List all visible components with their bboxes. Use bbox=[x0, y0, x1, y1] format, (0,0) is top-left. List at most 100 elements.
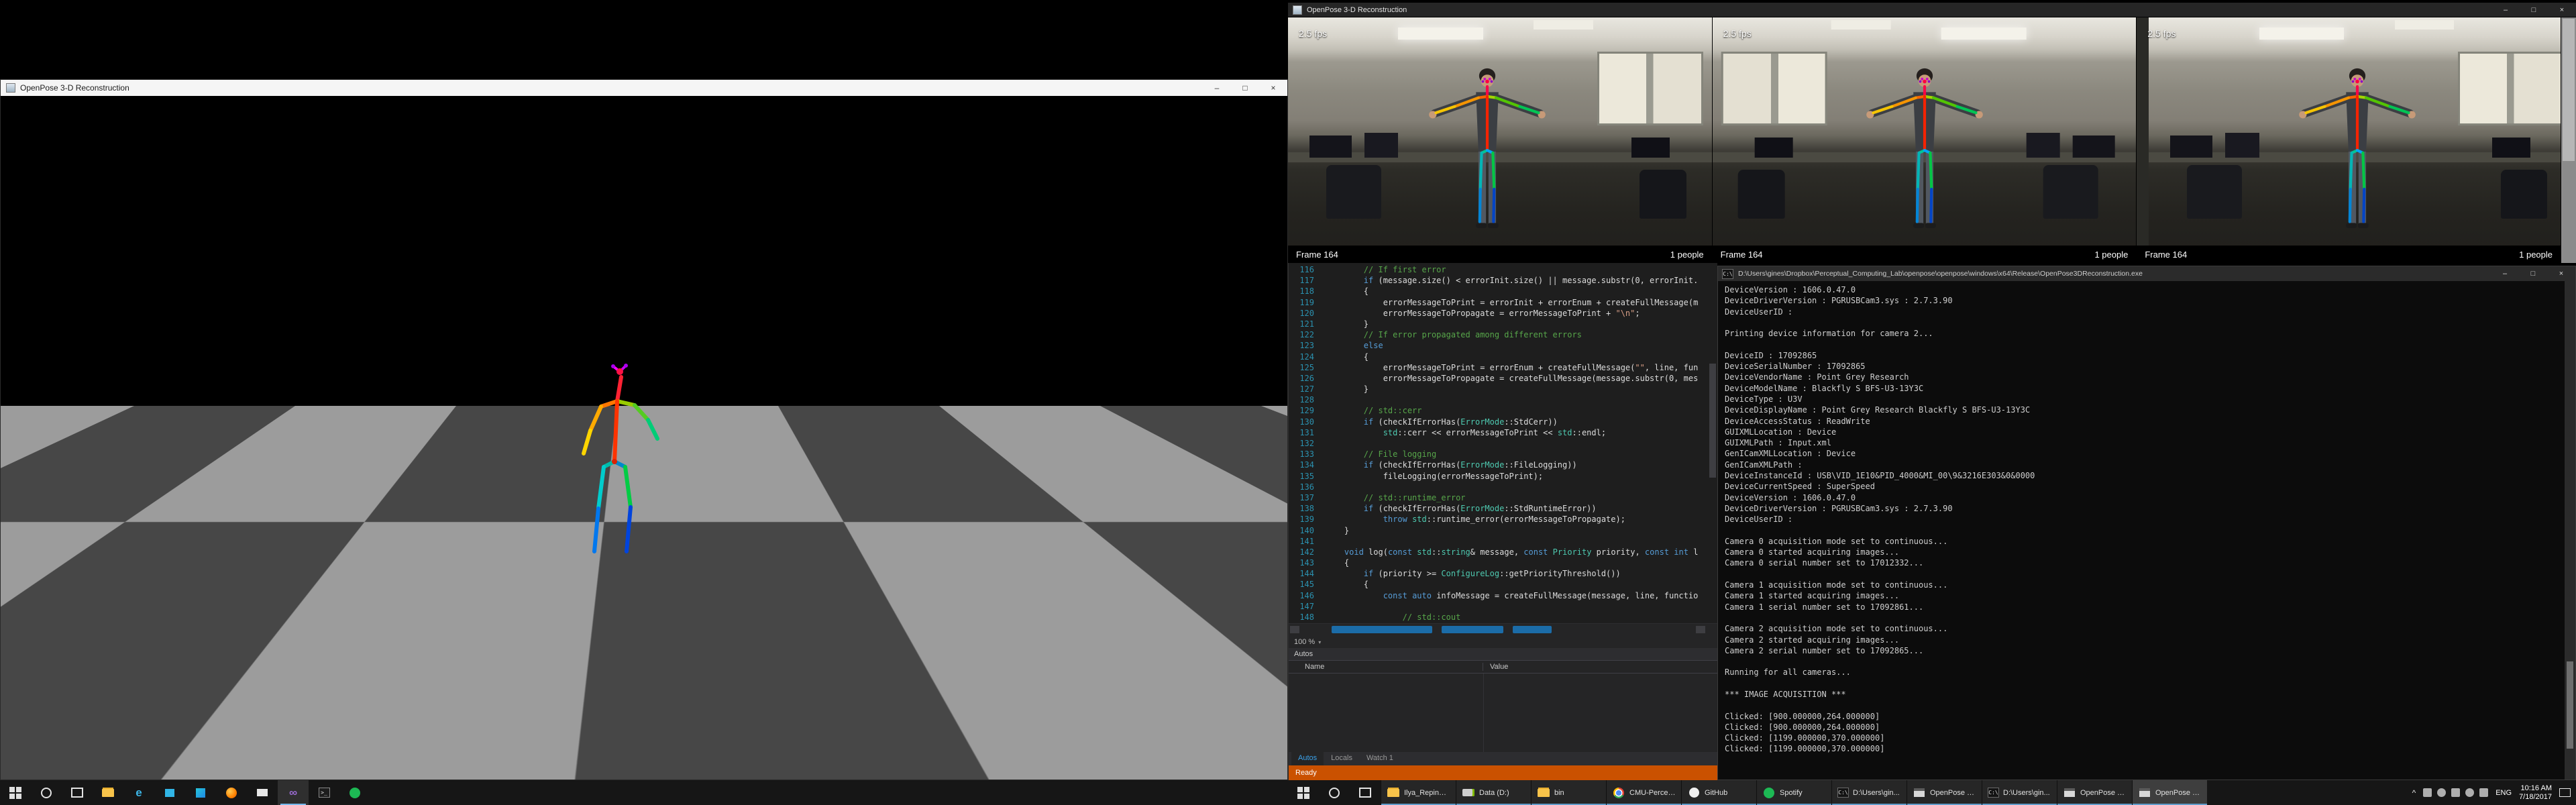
editor-horizontal-scrollbar[interactable] bbox=[1289, 623, 1717, 636]
usb-icon[interactable] bbox=[2465, 788, 2474, 797]
tab-autos[interactable]: Autos bbox=[1291, 752, 1324, 765]
scrollbar-thumb[interactable] bbox=[2563, 19, 2575, 161]
code-line[interactable]: 147 bbox=[1289, 601, 1717, 612]
code-line[interactable]: 139 throw std::runtime_error(errorMessag… bbox=[1289, 514, 1717, 525]
left-window-titlebar[interactable]: OpenPose 3-D Reconstruction – □ × bbox=[1, 80, 1287, 96]
search-taskbar-button[interactable] bbox=[31, 780, 62, 805]
edge-taskbar-button[interactable] bbox=[123, 780, 154, 805]
console-output[interactable]: DeviceVersion : 1606.0.47.0DeviceDriverV… bbox=[1718, 281, 2565, 780]
editor-vertical-scrollbar[interactable] bbox=[1708, 263, 1717, 623]
camera-view-3[interactable]: 2.5 fps Frame 164 1 people bbox=[2137, 17, 2561, 263]
code-line[interactable]: 129 // std::cerr bbox=[1289, 405, 1717, 416]
maximize-button[interactable]: □ bbox=[2519, 266, 2547, 281]
code-line[interactable]: 119 errorMessageToPrint = errorInit + er… bbox=[1289, 297, 1717, 308]
code-line[interactable]: 144 if (priority >= ConfigureLog::getPri… bbox=[1289, 568, 1717, 579]
code-line[interactable]: 118 { bbox=[1289, 286, 1717, 297]
close-button[interactable]: × bbox=[2548, 3, 2576, 17]
code-line[interactable]: 137 // std::runtime_error bbox=[1289, 492, 1717, 503]
taskbar-task-button[interactable]: CMU-Percept... bbox=[1606, 780, 1681, 805]
start-taskbar-button[interactable] bbox=[1288, 780, 1319, 805]
code-line[interactable]: 140 } bbox=[1289, 525, 1717, 536]
tab-locals[interactable]: Locals bbox=[1324, 752, 1359, 765]
camera-view-1[interactable]: 2.5 fps Frame 164 1 people bbox=[1288, 17, 1713, 263]
language-indicator[interactable]: ENG bbox=[2496, 789, 2512, 797]
code-line[interactable]: 126 errorMessageToPropagate = createFull… bbox=[1289, 373, 1717, 384]
code-line[interactable]: 136 bbox=[1289, 482, 1717, 492]
code-line[interactable]: 148 // std::cout bbox=[1289, 612, 1717, 623]
3d-viewport[interactable] bbox=[1, 96, 1287, 780]
close-button[interactable]: × bbox=[2547, 266, 2575, 281]
network-icon[interactable] bbox=[2437, 788, 2446, 797]
code-line[interactable]: 117 if (message.size() < errorInit.size(… bbox=[1289, 275, 1717, 286]
action-center-icon[interactable] bbox=[2559, 788, 2571, 797]
taskbar-task-button[interactable]: Data (D:) bbox=[1456, 780, 1531, 805]
code-line[interactable]: 135 fileLogging(errorMessageToPrint); bbox=[1289, 471, 1717, 482]
close-button[interactable]: × bbox=[1259, 80, 1287, 96]
console-scrollbar[interactable] bbox=[2565, 281, 2575, 780]
clock[interactable]: 10:16 AM 7/18/2017 bbox=[2519, 784, 2552, 802]
taskbar-task-button[interactable]: Ilya_Repin_U... bbox=[1381, 780, 1456, 805]
taskbar-task-button[interactable]: bin bbox=[1531, 780, 1606, 805]
scrollbar-thumb[interactable] bbox=[1709, 364, 1716, 478]
taskbar-task-button[interactable]: OpenPose 3-... bbox=[1907, 780, 1982, 805]
minimize-button[interactable]: – bbox=[1203, 80, 1231, 96]
photos-taskbar-button[interactable] bbox=[185, 780, 216, 805]
taskbar-task-button[interactable]: GitHub bbox=[1681, 780, 1756, 805]
code-editor[interactable]: 116 // If first error117 if (message.siz… bbox=[1289, 263, 1717, 623]
code-line[interactable]: 146 const auto infoMessage = createFullM… bbox=[1289, 590, 1717, 601]
taskbar-task-button[interactable]: D:\Users\gin... bbox=[1831, 780, 1907, 805]
taskbar-task-button[interactable]: Spotify bbox=[1756, 780, 1831, 805]
scrollbar-segment[interactable] bbox=[1332, 626, 1432, 633]
scrollbar-thumb[interactable] bbox=[2567, 661, 2573, 749]
minimize-button[interactable]: – bbox=[2491, 266, 2519, 281]
editor-zoom-control[interactable]: 100 % ▾ bbox=[1289, 636, 1717, 648]
folder-taskbar-button[interactable] bbox=[93, 780, 123, 805]
firefox-taskbar-button[interactable] bbox=[216, 780, 247, 805]
taskbar-task-button[interactable]: OpenPose 3-... bbox=[2132, 780, 2207, 805]
mail-taskbar-button[interactable] bbox=[247, 780, 278, 805]
code-line[interactable]: 125 errorMessageToPrint = errorEnum + cr… bbox=[1289, 362, 1717, 373]
scroll-left-arrow[interactable] bbox=[1290, 626, 1299, 633]
code-line[interactable]: 142 void log(const std::string& message,… bbox=[1289, 547, 1717, 557]
code-line[interactable]: 122 // If error propagated among differe… bbox=[1289, 329, 1717, 340]
code-line[interactable]: 131 std::cerr << errorMessageToPrint << … bbox=[1289, 427, 1717, 438]
maximize-button[interactable]: □ bbox=[2520, 3, 2548, 17]
code-line[interactable]: 143 { bbox=[1289, 557, 1717, 568]
start-taskbar-button[interactable] bbox=[0, 780, 31, 805]
code-line[interactable]: 132 bbox=[1289, 438, 1717, 449]
scrollbar-segment[interactable] bbox=[1513, 626, 1552, 633]
code-line[interactable]: 145 { bbox=[1289, 579, 1717, 590]
tray-expand-icon[interactable]: ^ bbox=[2412, 788, 2416, 798]
scrollbar-segment[interactable] bbox=[1442, 626, 1503, 633]
onedrive-icon[interactable] bbox=[2423, 788, 2432, 797]
shield-icon[interactable] bbox=[2479, 788, 2488, 797]
store-taskbar-button[interactable] bbox=[154, 780, 185, 805]
maximize-button[interactable]: □ bbox=[1231, 80, 1259, 96]
code-line[interactable]: 123 else bbox=[1289, 340, 1717, 351]
code-line[interactable]: 124 { bbox=[1289, 352, 1717, 362]
tab-watch-1[interactable]: Watch 1 bbox=[1360, 752, 1400, 765]
code-line[interactable]: 128 bbox=[1289, 394, 1717, 405]
volume-icon[interactable] bbox=[2451, 788, 2460, 797]
column-header-name[interactable]: Name bbox=[1289, 663, 1483, 671]
taskbar-task-button[interactable]: OpenPose 3-... bbox=[2057, 780, 2132, 805]
code-line[interactable]: 120 errorMessageToPropagate = errorMessa… bbox=[1289, 308, 1717, 319]
camera-view-2[interactable]: 2.5 fps Frame 164 1 people bbox=[1713, 17, 2137, 263]
search-taskbar-button[interactable] bbox=[1319, 780, 1350, 805]
code-line[interactable]: 130 if (checkIfErrorHas(ErrorMode::StdCe… bbox=[1289, 417, 1717, 427]
code-line[interactable]: 138 if (checkIfErrorHas(ErrorMode::StdRu… bbox=[1289, 503, 1717, 514]
taskview-taskbar-button[interactable] bbox=[1350, 780, 1381, 805]
code-line[interactable]: 121 } bbox=[1289, 319, 1717, 329]
code-line[interactable]: 116 // If first error bbox=[1289, 264, 1717, 275]
column-header-value[interactable]: Value bbox=[1483, 663, 1717, 671]
code-line[interactable]: 133 // File logging bbox=[1289, 449, 1717, 460]
vs-taskbar-button[interactable] bbox=[278, 780, 309, 805]
taskview-taskbar-button[interactable] bbox=[62, 780, 93, 805]
code-line[interactable]: 141 bbox=[1289, 536, 1717, 547]
autos-grid[interactable] bbox=[1289, 674, 1717, 752]
scroll-right-arrow[interactable] bbox=[1696, 626, 1705, 633]
taskbar-task-button[interactable]: D:\Users\gin... bbox=[1982, 780, 2057, 805]
terminal-taskbar-button[interactable] bbox=[309, 780, 339, 805]
spotify-taskbar-button[interactable] bbox=[339, 780, 370, 805]
minimize-button[interactable]: – bbox=[2491, 3, 2520, 17]
